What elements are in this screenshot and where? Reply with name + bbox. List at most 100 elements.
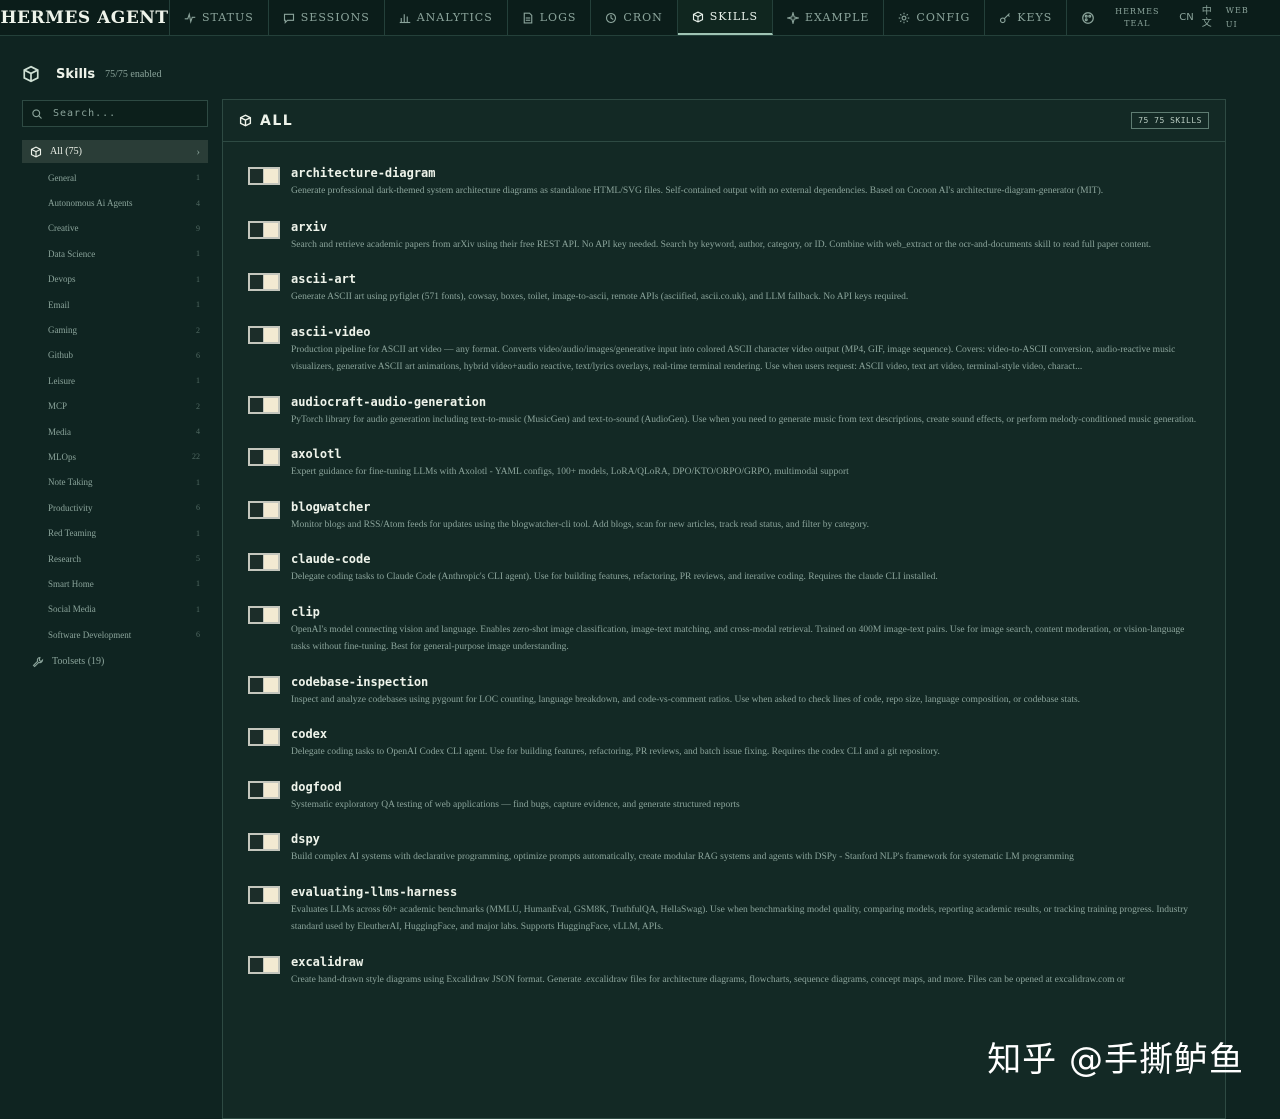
sidebar-item-research[interactable]: Research 5	[22, 546, 208, 571]
sidebar-item-leisure[interactable]: Leisure 1	[22, 368, 208, 393]
toggle-knob	[264, 730, 278, 744]
tab-skills[interactable]: SKILLS	[677, 0, 773, 35]
skill-description: Systematic exploratory QA testing of web…	[291, 799, 740, 810]
category-count: 5	[196, 554, 200, 564]
skill-row: axolotl Expert guidance for fine-tuning L…	[248, 445, 1201, 482]
sidebar-item-email[interactable]: Email 1	[22, 292, 208, 317]
toggle-knob	[264, 222, 278, 237]
sidebar-item-note-taking[interactable]: Note Taking 1	[22, 470, 208, 495]
document-icon	[523, 12, 533, 23]
tab-example[interactable]: EXAMPLE	[773, 0, 885, 35]
theme-switcher[interactable]: HERMES TEAL	[1109, 6, 1165, 30]
skill-toggle[interactable]	[248, 728, 280, 746]
sidebar-item-creative[interactable]: Creative 9	[22, 216, 208, 241]
skill-row: clip OpenAI's model connecting vision and…	[248, 603, 1201, 657]
sidebar-item-mcp[interactable]: MCP 2	[22, 394, 208, 419]
brand-logo[interactable]: HERMES AGENT	[0, 0, 170, 35]
webui-link[interactable]: WEB UI	[1226, 4, 1256, 32]
sidebar-item-devops[interactable]: Devops 1	[22, 267, 208, 292]
sidebar: All (75) › General 1 Autonomous Ai Agents 4…	[22, 100, 208, 674]
tab-analytics[interactable]: ANALYTICS	[385, 0, 508, 35]
tab-config[interactable]: CONFIG	[884, 0, 986, 35]
category-label: Social Media	[48, 604, 96, 615]
lang-cn[interactable]: CN	[1179, 12, 1193, 23]
category-all[interactable]: All (75) ›	[22, 140, 208, 163]
tab-status[interactable]: STATUS	[170, 0, 269, 35]
sidebar-item-productivity[interactable]: Productivity 6	[22, 495, 208, 520]
category-list: General 1 Autonomous Ai Agents 4 Creative 9 Da…	[22, 165, 208, 647]
toggle-track	[250, 275, 263, 289]
sidebar-item-general[interactable]: General 1	[22, 165, 208, 190]
sidebar-item-software-development[interactable]: Software Development 6	[22, 622, 208, 647]
search-input[interactable]	[51, 107, 191, 120]
tab-logs[interactable]: LOGS	[508, 0, 592, 35]
skill-toggle[interactable]	[248, 605, 280, 624]
sidebar-item-mlops[interactable]: MLOps 22	[22, 444, 208, 469]
skill-row: architecture-diagram Generate professiona…	[248, 164, 1201, 201]
toggle-track	[250, 222, 263, 237]
category-label: Productivity	[48, 502, 93, 513]
sidebar-item-gaming[interactable]: Gaming 2	[22, 317, 208, 342]
search-box[interactable]	[22, 100, 208, 127]
skill-name: arxiv	[291, 219, 328, 234]
skill-toggle[interactable]	[248, 220, 280, 239]
category-label: Note Taking	[48, 477, 93, 488]
page-header: Skills 75/75 enabled	[22, 62, 162, 86]
category-count: 1	[196, 300, 200, 310]
sidebar-item-github[interactable]: Github 6	[22, 343, 208, 368]
skill-toggle[interactable]	[248, 395, 280, 414]
category-count: 4	[196, 198, 200, 208]
skill-row: dspy Build complex AI systems with declar…	[248, 830, 1201, 867]
tab-sessions[interactable]: SESSIONS	[269, 0, 385, 35]
skill-toggle[interactable]	[248, 325, 280, 344]
toggle-track	[250, 730, 263, 744]
skill-toggle[interactable]	[248, 448, 280, 466]
category-count: 9	[196, 223, 200, 233]
skill-toggle[interactable]	[248, 500, 280, 519]
skill-description: Search and retrieve academic papers from…	[291, 239, 1151, 250]
category-count: 6	[196, 350, 200, 360]
skill-row: evaluating-llms-harness Evaluates LLMs ac…	[248, 883, 1201, 937]
toggle-knob	[264, 607, 278, 622]
lang-zh[interactable]: 中文	[1202, 6, 1212, 30]
cube-icon	[692, 10, 703, 23]
toggle-knob	[264, 169, 278, 183]
toolsets-item[interactable]: Toolsets (19)	[22, 649, 208, 674]
sidebar-item-smart-home[interactable]: Smart Home 1	[22, 571, 208, 596]
category-label: Github	[48, 350, 74, 361]
sidebar-item-data-science[interactable]: Data Science 1	[22, 241, 208, 266]
toggle-track	[250, 169, 263, 183]
panel-header: ALL 75 75 SKILLS	[223, 100, 1225, 142]
skill-toggle[interactable]	[248, 553, 280, 571]
skill-toggle[interactable]	[248, 833, 280, 851]
skill-toggle[interactable]	[248, 780, 280, 799]
language-switcher[interactable]: CN 中文	[1179, 6, 1211, 30]
skill-toggle[interactable]	[248, 885, 280, 904]
toggle-track	[250, 327, 263, 342]
sidebar-item-autonomous-ai-agents[interactable]: Autonomous Ai Agents 4	[22, 190, 208, 215]
chevron-right-icon: ›	[196, 145, 200, 158]
theme-line2: TEAL	[1124, 18, 1151, 28]
skill-description: Create hand-drawn style diagrams using E…	[291, 974, 1125, 985]
category-label: General	[48, 172, 77, 183]
sidebar-item-social-media[interactable]: Social Media 1	[22, 597, 208, 622]
category-count: 1	[196, 604, 200, 614]
skill-body: claude-code Delegate coding tasks to Clau…	[291, 550, 1201, 587]
pulse-icon	[184, 11, 196, 24]
skill-toggle[interactable]	[248, 955, 280, 974]
tab-keys[interactable]: KEYS	[985, 0, 1068, 35]
skill-toggle[interactable]	[248, 167, 280, 185]
skill-description: Production pipeline for ASCII art video …	[291, 344, 1176, 373]
skill-toggle[interactable]	[248, 273, 280, 291]
category-count: 6	[196, 630, 200, 640]
sidebar-item-media[interactable]: Media 4	[22, 419, 208, 444]
category-label: Research	[48, 553, 81, 564]
tab-cron[interactable]: CRON	[591, 0, 678, 35]
sidebar-item-red-teaming[interactable]: Red Teaming 1	[22, 520, 208, 545]
category-all-label: All (75)	[50, 146, 82, 157]
category-count: 1	[196, 376, 200, 386]
category-count: 1	[196, 274, 200, 284]
skill-toggle[interactable]	[248, 675, 280, 694]
toggle-knob	[264, 835, 278, 849]
palette-icon[interactable]	[1081, 11, 1095, 25]
